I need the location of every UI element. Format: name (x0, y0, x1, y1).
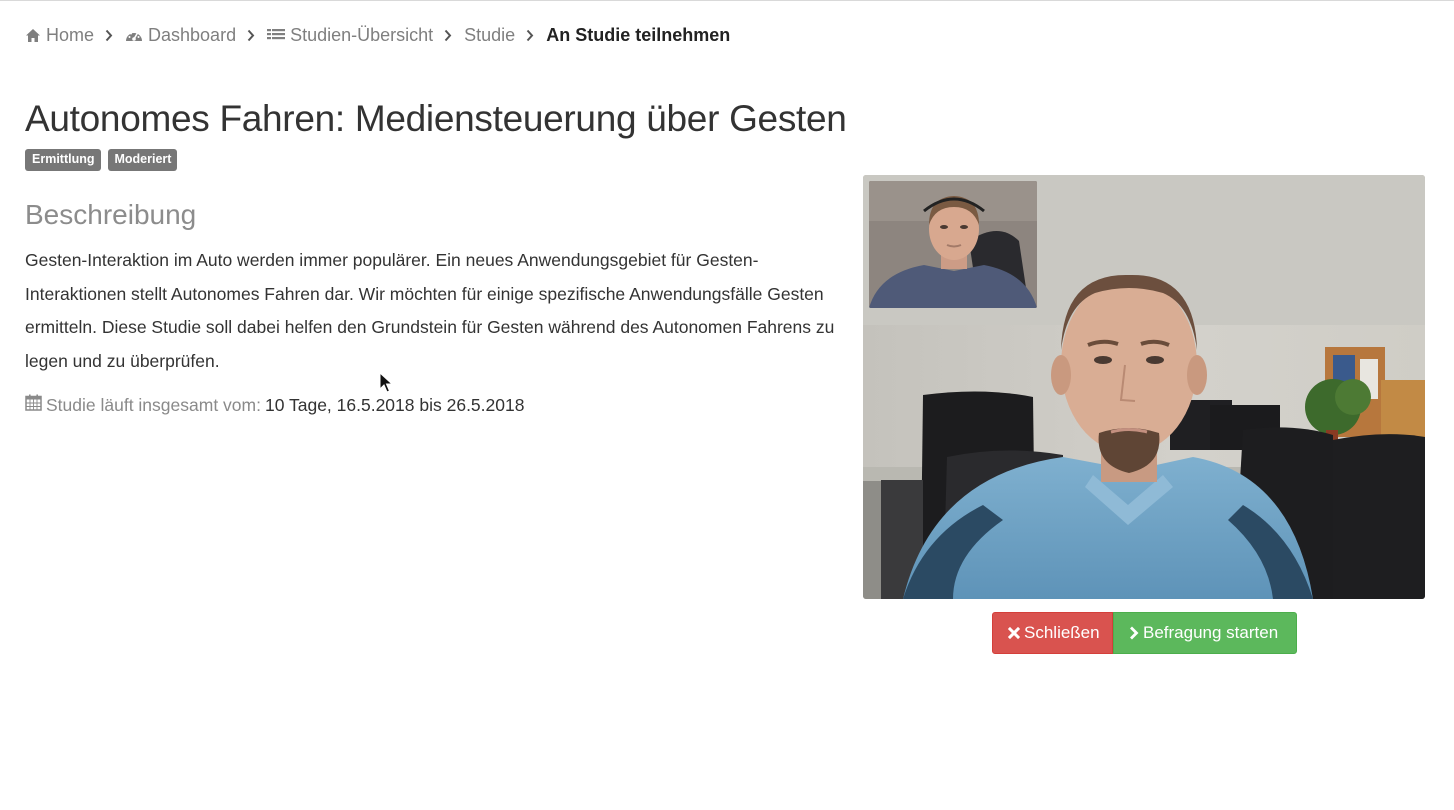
remote-video (863, 175, 1425, 599)
action-buttons: Schließen Befragung starten (992, 612, 1297, 654)
start-survey-button-label: Befragung starten (1143, 623, 1279, 642)
chevron-right-icon (1129, 626, 1139, 640)
start-survey-button[interactable]: Befragung starten (1113, 612, 1297, 654)
duration-value: 10 Tage, 16.5.2018 bis 26.5.2018 (264, 394, 525, 415)
badge-mode: Moderiert (107, 149, 178, 171)
home-icon (25, 28, 41, 43)
mouse-cursor-icon (379, 371, 394, 399)
local-video-feed (869, 181, 1037, 308)
dashboard-icon (125, 28, 143, 43)
study-duration: Studie läuft insgesamt vom: 10 Tage, 16.… (25, 394, 524, 416)
breadcrumb-home[interactable]: Home (25, 25, 94, 46)
breadcrumb-dashboard[interactable]: Dashboard (125, 25, 236, 46)
chevron-right-icon (105, 29, 113, 42)
chevron-right-icon (526, 29, 534, 42)
page-title: Autonomes Fahren: Mediensteuerung über G… (25, 98, 847, 139)
breadcrumb-study[interactable]: Studie (464, 25, 515, 46)
breadcrumb-current: An Studie teilnehmen (546, 25, 730, 46)
breadcrumb: Home Dashboard Studien-Übersicht Studie … (25, 22, 730, 48)
top-border (0, 0, 1454, 1)
chevron-right-icon (247, 29, 255, 42)
study-description: Gesten-Interaktion im Auto werden immer … (25, 250, 835, 371)
calendar-icon (25, 394, 42, 416)
breadcrumb-home-label: Home (46, 24, 95, 45)
chevron-right-icon (444, 29, 452, 42)
breadcrumb-current-label: An Studie teilnehmen (546, 24, 731, 45)
local-video (869, 181, 1037, 308)
badge-group: Ermittlung Moderiert (25, 149, 178, 171)
badge-method: Ermittlung (25, 149, 101, 171)
breadcrumb-dashboard-label: Dashboard (148, 24, 237, 45)
close-button[interactable]: Schließen (992, 612, 1113, 654)
duration-label: Studie läuft insgesamt vom: (46, 394, 261, 415)
list-icon (267, 28, 286, 42)
breadcrumb-overview-label: Studien-Übersicht (290, 24, 434, 45)
close-icon (1008, 627, 1020, 639)
breadcrumb-study-label: Studie (464, 24, 516, 45)
breadcrumb-overview[interactable]: Studien-Übersicht (267, 25, 433, 46)
description-heading: Beschreibung (25, 199, 197, 230)
close-button-label: Schließen (1024, 623, 1100, 642)
